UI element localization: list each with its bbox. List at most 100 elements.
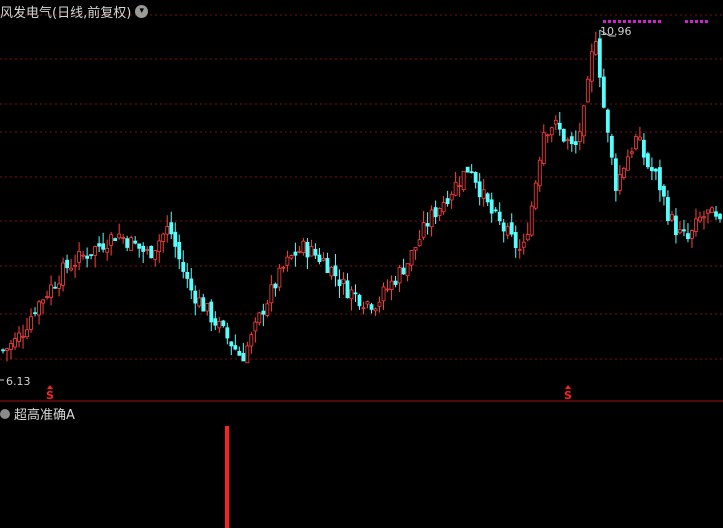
price-chart[interactable]: SS — [0, 0, 723, 528]
candle-body — [125, 238, 130, 248]
signal-dot — [648, 20, 651, 23]
candle-body — [682, 229, 686, 232]
candle-body — [281, 266, 286, 269]
candle-body — [201, 297, 206, 312]
candle-body — [185, 272, 190, 279]
candle-body — [401, 267, 406, 275]
candle-body — [345, 280, 350, 299]
candle-body — [453, 181, 458, 196]
signal-dot — [653, 20, 656, 23]
candle-body — [137, 243, 142, 249]
signal-arrow — [565, 385, 571, 389]
candle-body — [45, 296, 49, 298]
candle-body — [569, 136, 574, 145]
candle-body — [261, 310, 266, 315]
candle-body — [573, 141, 578, 146]
candle-body — [213, 318, 218, 326]
candle-body — [429, 209, 434, 228]
candle-body — [85, 255, 90, 259]
candle-body — [605, 109, 610, 133]
candle-body — [421, 222, 426, 238]
candle-body — [585, 78, 590, 103]
candle-body — [381, 286, 386, 302]
candle-body — [205, 302, 210, 312]
candle-body — [97, 243, 102, 247]
candle-body — [129, 237, 134, 251]
signal-dot — [613, 20, 616, 23]
candle-body — [497, 211, 502, 222]
candle-body — [674, 215, 678, 236]
candle-body — [654, 168, 658, 172]
candle-body — [165, 226, 170, 235]
candle-body — [437, 207, 442, 217]
candle-body — [625, 156, 630, 171]
candle-body — [481, 189, 486, 199]
candle-body — [537, 159, 542, 187]
candle-body — [477, 181, 482, 198]
candle-body — [710, 207, 714, 213]
candle-body — [461, 170, 466, 190]
candle-body — [337, 279, 342, 287]
candle-body — [133, 240, 138, 244]
candle-body — [678, 229, 682, 234]
signal-markers: SS — [46, 385, 572, 402]
candle-body — [589, 51, 594, 82]
signal-dot — [690, 20, 693, 23]
candle-body — [417, 239, 422, 247]
candle-body — [449, 193, 454, 201]
candle-body — [637, 136, 642, 141]
candle-body — [529, 205, 534, 236]
candle-body — [1, 349, 5, 352]
candle-body — [5, 348, 9, 351]
candle-body — [369, 304, 374, 310]
candle-body — [473, 171, 478, 183]
candle-body — [237, 350, 242, 356]
candle-body — [77, 250, 82, 263]
candle-body — [141, 245, 146, 252]
candle-body — [533, 182, 538, 209]
candle-body — [698, 216, 702, 222]
candle-body — [177, 241, 182, 260]
candle-body — [561, 128, 566, 142]
candle-body — [405, 263, 410, 277]
candle-body — [650, 167, 654, 172]
candle-body — [325, 258, 330, 274]
signal-dot — [603, 20, 606, 23]
candle-body — [633, 136, 638, 150]
candle-body — [629, 151, 634, 154]
candle-body — [353, 292, 358, 295]
chevron-down-icon[interactable]: ▾ — [135, 5, 149, 18]
candle-body — [690, 230, 694, 239]
candle-body — [549, 127, 554, 136]
signal-dot — [623, 20, 626, 23]
candle-body — [249, 334, 254, 347]
candle-body — [57, 283, 61, 289]
candle-body — [613, 158, 618, 191]
candle-body — [293, 251, 298, 256]
candle-body — [465, 166, 470, 173]
candle-body — [13, 338, 17, 348]
top-signal-dots — [603, 20, 708, 23]
signal-dot — [643, 20, 646, 23]
candle-body — [581, 105, 586, 137]
candle-body — [93, 246, 98, 256]
candle-body — [233, 345, 238, 350]
candle-body — [553, 119, 558, 125]
signal-dot — [633, 20, 636, 23]
candle-body — [409, 250, 414, 266]
candle-body — [33, 312, 37, 315]
signal-dot — [695, 20, 698, 23]
candle-body — [117, 233, 122, 239]
candle-body — [509, 222, 514, 235]
circle-icon[interactable] — [0, 408, 10, 419]
candle-body — [621, 167, 626, 178]
candle-body — [645, 153, 650, 168]
candle-body — [361, 307, 366, 310]
candle-body — [161, 233, 166, 242]
candle-body — [197, 297, 202, 307]
candle-body — [349, 289, 354, 300]
signal-dot — [608, 20, 611, 23]
candle-body — [149, 245, 154, 259]
candle-body — [241, 353, 246, 362]
candle-body — [53, 286, 57, 289]
